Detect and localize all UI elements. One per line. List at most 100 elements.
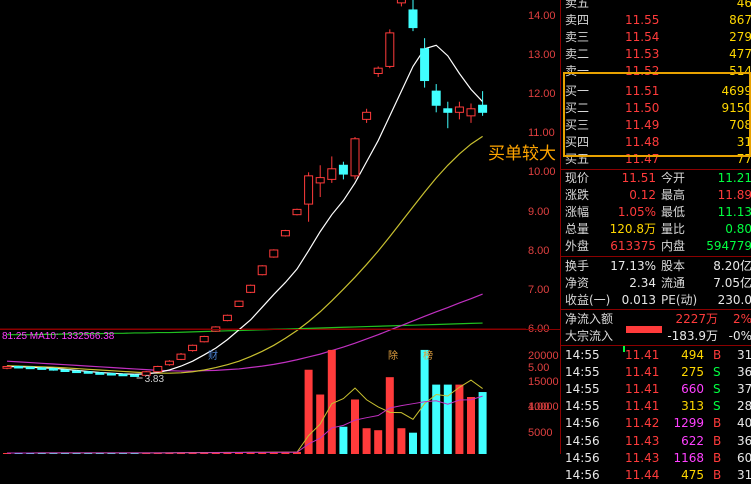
stat-value: 11.51 xyxy=(621,171,656,185)
flow-percent: -0% xyxy=(728,328,751,343)
block-inflow-bar xyxy=(623,345,625,352)
volume-bar xyxy=(385,377,394,454)
stat-value: 11.89 xyxy=(717,188,751,203)
price-axis-label: 5.00 xyxy=(528,361,550,374)
price-axis-label: 10.00 xyxy=(528,166,556,179)
candle-body xyxy=(408,9,418,29)
stat-value: 0.80 xyxy=(725,222,751,237)
tick-volume: 275 xyxy=(681,365,704,380)
tick-price: 11.44 xyxy=(625,467,660,482)
flow-value: 2227万 xyxy=(675,311,718,326)
tick-extra: 31 xyxy=(737,467,751,482)
volume-bar xyxy=(362,428,371,454)
orderbook-label: 卖三 xyxy=(565,30,590,45)
tick-volume: 1168 xyxy=(673,450,704,465)
stat-label: PE(动) xyxy=(661,292,698,307)
tick-volume: 1299 xyxy=(673,416,704,431)
tick-extra: 28 xyxy=(737,399,751,414)
tick-side: S xyxy=(713,382,721,397)
tick-price: 11.43 xyxy=(625,450,660,465)
candle-body xyxy=(37,367,47,370)
panel-divider xyxy=(560,255,751,257)
candle-body xyxy=(373,67,383,74)
stat-value: 17.13% xyxy=(610,258,656,273)
candle-body xyxy=(246,284,256,293)
volume-bar xyxy=(351,399,359,454)
stat-row: 净资 2.34 流通 7.05亿 xyxy=(561,274,751,292)
bid-highlight-box xyxy=(563,72,751,157)
kline-chart[interactable]: 3.83 xyxy=(0,0,560,454)
candle-body xyxy=(478,104,488,113)
stat-row: 收益(一) 0.013 PE(动) 230.0 xyxy=(561,291,751,309)
orderbook-price: 11.53 xyxy=(625,47,660,62)
tag-financial-label: 财 xyxy=(208,351,218,362)
ma-legend: 81.25 MA10: 1332566.38 xyxy=(2,331,115,342)
tick-price: 11.41 xyxy=(625,348,660,362)
flow-label: 大宗流入 xyxy=(565,328,614,343)
volume-bar xyxy=(409,432,417,454)
tick-volume: 494 xyxy=(681,348,704,362)
tick-extra: 36 xyxy=(737,433,751,448)
stat-value: 8.20亿 xyxy=(713,258,751,273)
orderbook-row-asks[interactable]: 卖三 11.54 279 xyxy=(561,28,751,46)
tick-volume: 660 xyxy=(681,382,704,397)
stat-value: 2.34 xyxy=(629,275,656,290)
tick-side: S xyxy=(713,399,721,414)
kline-svg: 3.83 xyxy=(0,0,526,454)
stat-value: 120.8万 xyxy=(609,222,656,237)
orderbook-row-asks[interactable]: 卖四 11.55 867 xyxy=(561,11,751,29)
tick-time: 14:56 xyxy=(565,433,600,448)
candle-body xyxy=(466,108,476,117)
quote-panel: 卖五 46 卖四 11.55 867 卖三 11.54 279 卖二 11.53 477 卖一 11.5… xyxy=(560,0,751,482)
stat-row: 涨幅 1.05% 最低 11.13 xyxy=(561,203,751,221)
candle-body xyxy=(420,48,430,82)
candle-body xyxy=(350,138,360,177)
stat-value: 594779 xyxy=(706,239,751,254)
volume-bar xyxy=(478,392,487,454)
tag-ranking[interactable]: 榜 xyxy=(422,347,434,362)
orderbook-label: 卖二 xyxy=(565,47,590,62)
candle-body xyxy=(199,335,209,343)
stat-label: 最高 xyxy=(661,188,686,203)
volume-bar xyxy=(467,397,475,454)
stat-value: 613375 xyxy=(610,239,656,254)
candle-body xyxy=(222,314,232,322)
tick-extra: 36 xyxy=(737,365,751,380)
tick-price: 11.41 xyxy=(625,365,660,380)
stat-value: 7.05亿 xyxy=(713,275,751,290)
flow-label: 净流入额 xyxy=(565,311,614,326)
candle-body xyxy=(130,374,140,377)
candle-body xyxy=(327,168,337,180)
candle-body xyxy=(2,365,12,369)
price-axis-label: 14.00 xyxy=(528,10,556,22)
volume-bar xyxy=(443,384,452,454)
orderbook-label: 卖四 xyxy=(565,13,590,28)
tick-time: 14:56 xyxy=(565,450,600,465)
tick-time: 14:55 xyxy=(565,348,600,362)
candle-body xyxy=(431,90,441,106)
volume-axis-label: 5000 xyxy=(528,426,553,439)
tick-side: B xyxy=(713,348,722,362)
chart-divider xyxy=(0,329,560,330)
stat-row: 外盘 613375 内盘 594779 xyxy=(561,237,751,255)
panel-divider xyxy=(560,169,751,170)
volume-axis-label: 15000 xyxy=(528,375,559,388)
tick-row: 14:55 11.41 275 S 36 xyxy=(561,363,751,381)
stat-value: 11.21 xyxy=(717,171,751,185)
stat-label: 内盘 xyxy=(661,239,686,254)
tick-time: 14:55 xyxy=(565,382,600,397)
stat-label: 收益(一) xyxy=(565,292,611,307)
tag-financial[interactable]: 财 xyxy=(207,347,219,362)
volume-axis-label: 20000 xyxy=(528,350,559,362)
tag-exdividend[interactable]: 除 xyxy=(387,347,399,362)
tick-price: 11.41 xyxy=(625,382,660,397)
price-axis-label: 13.00 xyxy=(528,49,556,62)
candle-body xyxy=(292,208,302,216)
tick-row: 14:56 11.43 622 B 36 xyxy=(561,432,751,450)
tick-extra: 40 xyxy=(737,416,751,431)
orderbook-row-asks[interactable]: 卖二 11.53 477 xyxy=(561,45,751,63)
candle-body xyxy=(164,360,174,366)
panel-divider xyxy=(560,345,751,346)
orderbook-volume: 279 xyxy=(729,30,751,45)
tick-price: 11.42 xyxy=(625,416,660,431)
